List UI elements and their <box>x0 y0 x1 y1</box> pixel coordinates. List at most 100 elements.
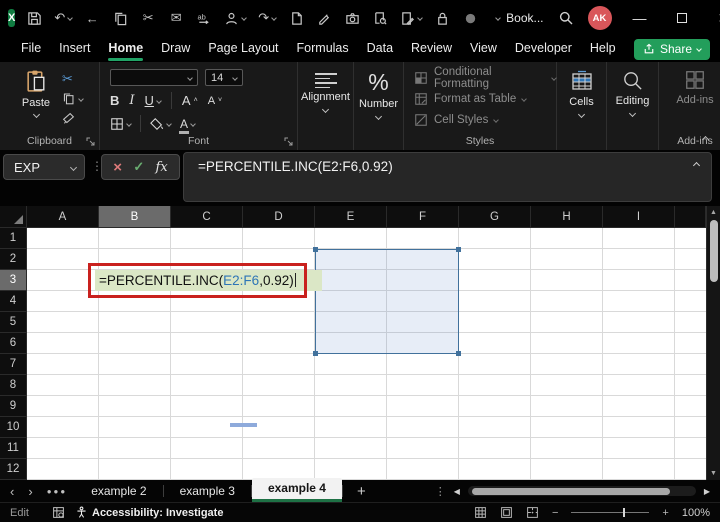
menu-tab-page-layout[interactable]: Page Layout <box>199 36 287 62</box>
column-header-c[interactable]: C <box>171 206 243 228</box>
cell-styles-button[interactable]: Cell Styles <box>414 109 556 130</box>
menu-tab-insert[interactable]: Insert <box>50 36 99 62</box>
row-header-3[interactable]: 3 <box>0 270 27 291</box>
close-button[interactable]: ✕ <box>710 4 720 32</box>
alignment-button[interactable]: Alignment <box>298 62 353 150</box>
account-avatar[interactable]: AK <box>587 6 612 30</box>
row-header-1[interactable]: 1 <box>0 228 27 249</box>
column-header-b[interactable]: B <box>99 206 171 228</box>
column-header-a[interactable]: A <box>27 206 99 228</box>
row-header-2[interactable]: 2 <box>0 249 27 270</box>
range-handle-icon[interactable] <box>313 351 318 356</box>
vertical-scrollbar[interactable]: ▲ ▼ <box>706 206 720 480</box>
add-sheet-button[interactable]: + <box>343 483 380 500</box>
italic-button[interactable]: I <box>129 93 134 108</box>
zoom-in-icon[interactable]: + <box>662 507 668 519</box>
column-header-d[interactable]: D <box>243 206 315 228</box>
translate-icon[interactable]: ab <box>196 10 212 27</box>
collapse-formula-bar-icon[interactable] <box>692 161 701 170</box>
row-header-10[interactable]: 10 <box>0 417 27 438</box>
column-header-i[interactable]: I <box>603 206 675 228</box>
cancel-icon[interactable]: × <box>113 159 122 176</box>
column-header-h[interactable]: H <box>531 206 603 228</box>
page-layout-view-icon[interactable] <box>500 506 513 519</box>
number-button[interactable]: % Number <box>354 62 403 150</box>
camera-icon[interactable] <box>344 10 360 27</box>
hscroll-left-icon[interactable]: ◀ <box>454 487 460 496</box>
menu-tab-view[interactable]: View <box>461 36 506 62</box>
zoom-slider[interactable] <box>571 508 650 517</box>
sheet-list-icon[interactable]: ●●● <box>43 487 76 496</box>
editing-button[interactable]: Editing <box>607 62 658 150</box>
redo-icon[interactable]: ↷ <box>258 10 277 27</box>
menu-tab-developer[interactable]: Developer <box>506 36 581 62</box>
horizontal-scroll-thumb[interactable] <box>471 487 670 495</box>
range-handle-icon[interactable] <box>456 247 461 252</box>
zoom-level[interactable]: 100% <box>682 507 710 519</box>
minimize-button[interactable]: — <box>626 4 654 32</box>
menu-tab-data[interactable]: Data <box>358 36 402 62</box>
increase-font-size-button[interactable]: A ˄ <box>182 93 198 108</box>
column-header-g[interactable]: G <box>459 206 531 228</box>
clipboard-dialog-launcher-icon[interactable] <box>86 137 95 146</box>
format-painter-button[interactable] <box>62 112 83 125</box>
zoom-out-icon[interactable]: − <box>552 507 558 519</box>
lock-search-icon[interactable] <box>434 10 450 27</box>
mail-icon[interactable]: ✉ <box>168 10 184 27</box>
decrease-font-size-button[interactable]: A ˅ <box>208 95 222 107</box>
save-icon[interactable] <box>26 10 42 27</box>
edit-document-icon[interactable] <box>400 10 423 27</box>
row-header-7[interactable]: 7 <box>0 354 27 375</box>
scroll-down-icon[interactable]: ▼ <box>707 470 720 477</box>
row-header-9[interactable]: 9 <box>0 396 27 417</box>
range-handle-icon[interactable] <box>456 351 461 356</box>
hscroll-right-icon[interactable]: ▶ <box>704 487 710 496</box>
copy-button[interactable] <box>62 92 84 105</box>
row-header-12[interactable]: 12 <box>0 459 27 480</box>
column-header-f[interactable]: F <box>387 206 459 228</box>
insert-function-icon[interactable]: fx <box>156 160 168 175</box>
bold-button[interactable]: B <box>110 93 119 108</box>
selected-range-e2-f6[interactable] <box>313 247 461 356</box>
sheet-nav-right-icon[interactable]: › <box>24 484 42 499</box>
formula-input[interactable]: =PERCENTILE.INC(E2:F6,0.92) <box>183 152 712 202</box>
share-button[interactable]: Share <box>633 38 710 60</box>
tab-options-icon[interactable]: ⋮ <box>435 485 446 498</box>
record-icon[interactable] <box>462 10 478 27</box>
undo-icon[interactable]: ↶ <box>54 10 74 27</box>
page-break-view-icon[interactable] <box>526 506 539 519</box>
search-icon[interactable] <box>558 10 574 26</box>
range-handle-icon[interactable] <box>313 247 318 252</box>
row-header-8[interactable]: 8 <box>0 375 27 396</box>
ink-pen-icon[interactable] <box>316 10 332 27</box>
name-box[interactable]: EXP <box>3 154 85 180</box>
fill-color-button[interactable] <box>150 117 172 131</box>
menu-tab-help[interactable]: Help <box>581 36 625 62</box>
font-color-button[interactable]: A <box>179 117 196 134</box>
macro-record-icon[interactable] <box>52 506 65 519</box>
new-file-icon[interactable] <box>288 10 304 27</box>
font-size-select[interactable]: 14 <box>205 69 243 86</box>
row-header-4[interactable]: 4 <box>0 291 27 312</box>
cut-icon[interactable]: ✂ <box>140 10 156 27</box>
cells-button[interactable]: Cells <box>557 62 606 150</box>
menu-tab-draw[interactable]: Draw <box>152 36 199 62</box>
column-header-e[interactable]: E <box>315 206 387 228</box>
book-search-icon[interactable] <box>372 10 388 27</box>
row-header-5[interactable]: 5 <box>0 312 27 333</box>
menu-tab-home[interactable]: Home <box>99 36 152 62</box>
horizontal-scrollbar[interactable] <box>467 486 696 496</box>
row-header-6[interactable]: 6 <box>0 333 27 354</box>
normal-view-icon[interactable] <box>474 506 487 519</box>
conditional-formatting-button[interactable]: Conditional Formatting <box>414 66 557 90</box>
account-icon[interactable] <box>224 10 248 27</box>
borders-button[interactable] <box>110 117 132 131</box>
maximize-button[interactable] <box>668 4 696 32</box>
enter-icon[interactable]: ✓ <box>133 159 144 175</box>
font-dialog-launcher-icon[interactable] <box>284 137 293 146</box>
sheet-tab-example-4[interactable]: example 4 <box>251 478 342 502</box>
sheet-tab-example-3[interactable]: example 3 <box>164 480 251 502</box>
format-as-table-button[interactable]: Format as Table <box>414 88 556 109</box>
select-all-button[interactable] <box>0 206 27 228</box>
menu-tab-review[interactable]: Review <box>402 36 461 62</box>
